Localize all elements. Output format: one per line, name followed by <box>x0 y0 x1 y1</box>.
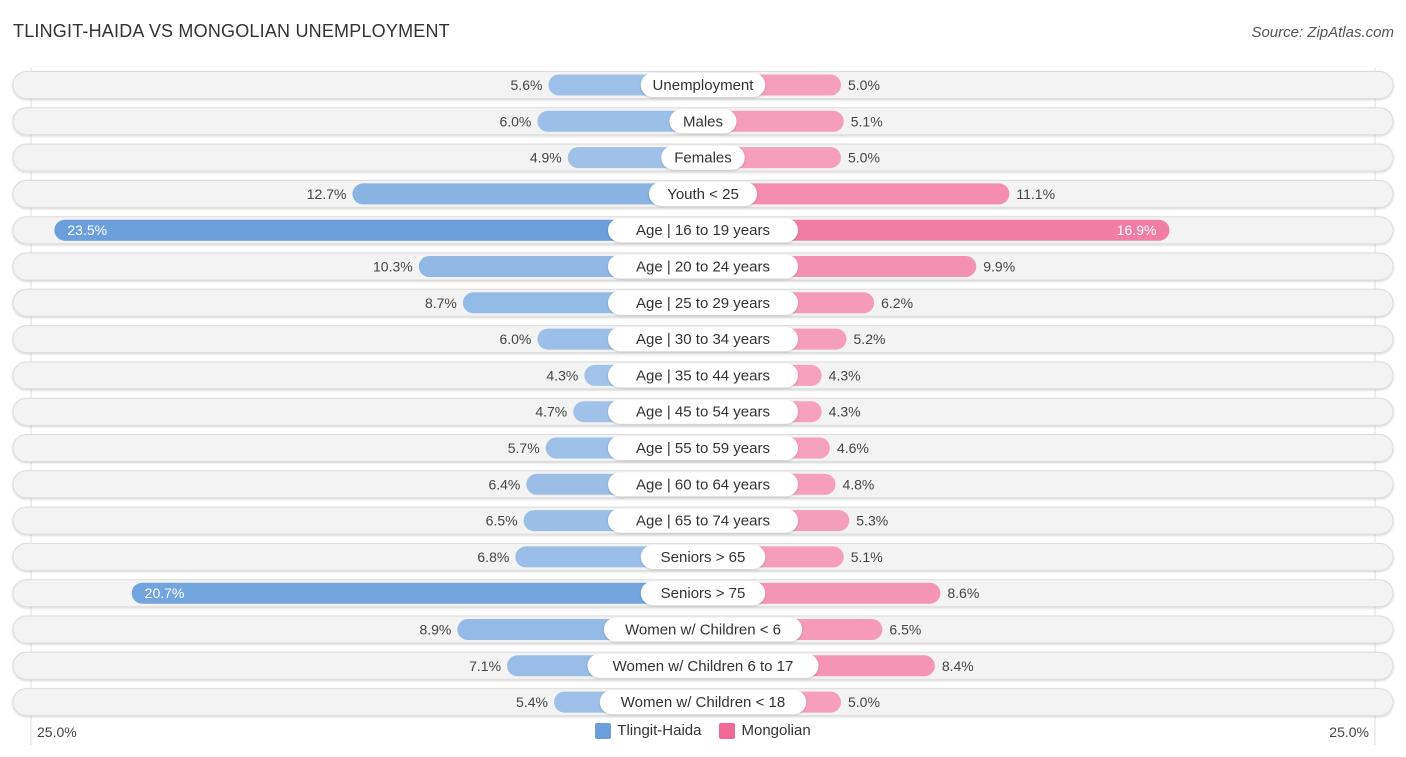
legend-label-mongolian: Mongolian <box>741 722 811 739</box>
category-label: Women w/ Children < 18 <box>621 694 785 711</box>
bar-tlingit-haida <box>54 219 703 241</box>
chart-canvas: 5.6% 5.0% Unemployment 6.0% 5.1% Males 4.9% 5.0… <box>12 68 1394 745</box>
value-label-mongolian: 5.1% <box>851 549 883 565</box>
category-label: Females <box>674 150 732 167</box>
legend-label-tlingit-haida: Tlingit-Haida <box>617 722 702 739</box>
value-label-mongolian: 6.5% <box>889 622 921 638</box>
category-label: Age | 55 to 59 years <box>636 440 770 457</box>
category-label: Age | 60 to 64 years <box>636 476 770 493</box>
value-label-mongolian: 5.0% <box>848 77 880 93</box>
value-label-tlingit-haida: 5.4% <box>516 694 548 710</box>
category-label: Age | 65 to 74 years <box>636 513 770 530</box>
value-label-tlingit-haida: 5.7% <box>508 440 540 456</box>
category-label: Age | 30 to 34 years <box>636 331 770 348</box>
value-label-mongolian: 4.3% <box>829 404 861 420</box>
value-label-mongolian: 16.9% <box>1117 222 1157 238</box>
value-label-tlingit-haida: 6.0% <box>499 331 531 347</box>
value-label-tlingit-haida: 10.3% <box>373 259 413 275</box>
value-label-tlingit-haida: 5.6% <box>511 77 543 93</box>
value-label-mongolian: 4.6% <box>837 440 869 456</box>
value-label-mongolian: 8.6% <box>947 585 979 601</box>
category-label: Seniors > 75 <box>661 585 746 602</box>
value-label-mongolian: 5.3% <box>856 513 888 529</box>
value-label-tlingit-haida: 20.7% <box>145 585 185 601</box>
legend-item-tlingit-haida[interactable]: Tlingit-Haida <box>595 722 701 739</box>
value-label-tlingit-haida: 6.0% <box>499 113 531 129</box>
legend-swatch-mongolian <box>719 722 736 739</box>
category-label: Age | 25 to 29 years <box>636 295 770 312</box>
value-label-tlingit-haida: 4.7% <box>535 404 567 420</box>
value-label-mongolian: 8.4% <box>942 658 974 674</box>
value-label-mongolian: 4.8% <box>842 476 874 492</box>
legend-swatch-tlingit-haida <box>595 722 612 739</box>
value-label-mongolian: 6.2% <box>881 295 913 311</box>
legend: Tlingit-Haida Mongolian <box>0 722 1406 739</box>
category-label: Age | 35 to 44 years <box>636 367 770 384</box>
value-label-mongolian: 11.1% <box>1016 186 1055 202</box>
legend-item-mongolian[interactable]: Mongolian <box>719 722 811 739</box>
category-label: Age | 45 to 54 years <box>636 404 770 421</box>
value-label-tlingit-haida: 4.9% <box>530 150 562 166</box>
value-label-mongolian: 5.0% <box>848 694 880 710</box>
value-label-mongolian: 5.0% <box>848 150 880 166</box>
category-label: Seniors > 65 <box>661 549 746 566</box>
value-label-tlingit-haida: 8.7% <box>425 295 457 311</box>
category-label: Age | 16 to 19 years <box>636 222 770 239</box>
bar-tlingit-haida <box>131 582 703 604</box>
value-label-tlingit-haida: 12.7% <box>307 186 347 202</box>
value-label-tlingit-haida: 6.5% <box>486 513 518 529</box>
value-label-mongolian: 5.2% <box>854 331 886 347</box>
category-label: Males <box>683 113 723 130</box>
value-label-tlingit-haida: 6.4% <box>488 476 520 492</box>
value-label-mongolian: 9.9% <box>983 259 1015 275</box>
value-label-tlingit-haida: 8.9% <box>419 622 451 638</box>
value-label-mongolian: 4.3% <box>829 367 861 383</box>
category-label: Age | 20 to 24 years <box>636 259 770 276</box>
value-label-mongolian: 5.1% <box>851 113 883 129</box>
category-label: Women w/ Children 6 to 17 <box>613 658 794 675</box>
value-label-tlingit-haida: 4.3% <box>546 367 578 383</box>
category-label: Women w/ Children < 6 <box>625 622 781 639</box>
category-label: Unemployment <box>653 77 755 94</box>
value-label-tlingit-haida: 6.8% <box>477 549 509 565</box>
category-label: Youth < 25 <box>667 186 739 203</box>
value-label-tlingit-haida: 23.5% <box>67 222 107 238</box>
value-label-tlingit-haida: 7.1% <box>469 658 501 674</box>
